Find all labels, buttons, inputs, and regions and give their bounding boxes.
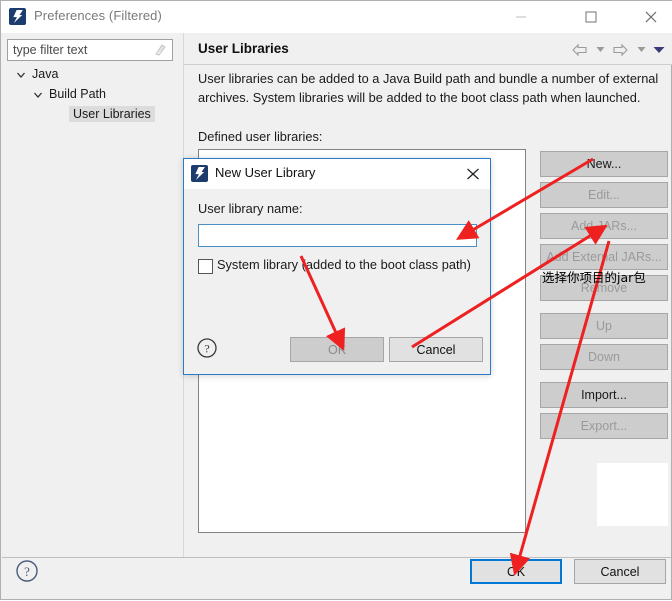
tree-item-label: User Libraries: [69, 106, 155, 122]
tree-item-java[interactable]: Java: [7, 65, 179, 85]
dialog-cancel-button[interactable]: Cancel: [389, 337, 483, 362]
minimize-button[interactable]: [498, 1, 543, 33]
chevron-down-icon[interactable]: [16, 70, 26, 80]
chevron-down-icon[interactable]: [596, 46, 605, 53]
back-arrow-icon[interactable]: [571, 43, 588, 57]
navigation-icons: [568, 41, 665, 57]
dialog-title: New User Library: [215, 165, 316, 180]
eclipse-icon: [9, 8, 26, 25]
content-header: User Libraries: [184, 33, 672, 65]
tree-item-user-libraries[interactable]: User Libraries: [7, 105, 179, 125]
dialog-title-bar: New User Library: [184, 159, 490, 189]
import-button[interactable]: Import...: [540, 382, 668, 408]
filter-input[interactable]: type filter text: [13, 43, 87, 57]
preferences-window: Preferences (Filtered) type filter text …: [0, 0, 672, 600]
new-user-library-dialog: New User Library User library name: Syst…: [183, 158, 491, 375]
cancel-button[interactable]: Cancel: [574, 559, 666, 584]
svg-text:?: ?: [204, 342, 209, 356]
title-bar: Preferences (Filtered): [1, 1, 672, 33]
page-title: User Libraries: [198, 41, 289, 56]
down-button[interactable]: Down: [540, 344, 668, 370]
tree-item-build-path[interactable]: Build Path: [7, 85, 179, 105]
up-button[interactable]: Up: [540, 313, 668, 339]
svg-text:?: ?: [24, 564, 30, 579]
annotation-note: 选择你项目的jar包: [542, 270, 646, 285]
new-button[interactable]: New...: [540, 151, 668, 177]
dialog-ok-button[interactable]: OK: [290, 337, 384, 362]
footer-divider: [2, 557, 671, 558]
filter-input-wrapper[interactable]: type filter text: [7, 39, 173, 61]
chevron-down-icon[interactable]: [33, 90, 43, 100]
help-icon[interactable]: ?: [196, 337, 218, 359]
chevron-down-filled-icon[interactable]: [653, 46, 665, 54]
window-title: Preferences (Filtered): [34, 8, 162, 23]
checkbox-box[interactable]: [198, 259, 213, 274]
checkbox-label: System library (added to the boot class …: [217, 257, 471, 272]
ok-button[interactable]: OK: [470, 559, 562, 584]
edit-button[interactable]: Edit...: [540, 182, 668, 208]
maximize-button[interactable]: [568, 1, 613, 33]
forward-arrow-icon[interactable]: [612, 43, 629, 57]
header-divider: [184, 64, 672, 65]
defined-libraries-label: Defined user libraries:: [198, 129, 323, 144]
close-button[interactable]: [628, 1, 672, 33]
preferences-tree[interactable]: Java Build Path User Libraries: [7, 65, 179, 125]
user-library-name-input[interactable]: [198, 224, 477, 247]
user-library-name-label: User library name:: [198, 201, 303, 216]
eclipse-icon: [191, 165, 208, 182]
tree-item-label: Java: [32, 67, 59, 81]
preview-area: [597, 463, 668, 526]
chevron-down-icon[interactable]: [637, 46, 646, 53]
tree-item-label: Build Path: [49, 87, 106, 101]
action-button-column: New... Edit... Add JARs... Add External …: [540, 151, 668, 444]
add-jars-button[interactable]: Add JARs...: [540, 213, 668, 239]
page-description: User libraries can be added to a Java Bu…: [198, 71, 659, 105]
close-icon[interactable]: [462, 164, 484, 184]
clear-filter-icon[interactable]: [154, 44, 167, 57]
help-icon[interactable]: ?: [15, 559, 39, 583]
export-button[interactable]: Export...: [540, 413, 668, 439]
